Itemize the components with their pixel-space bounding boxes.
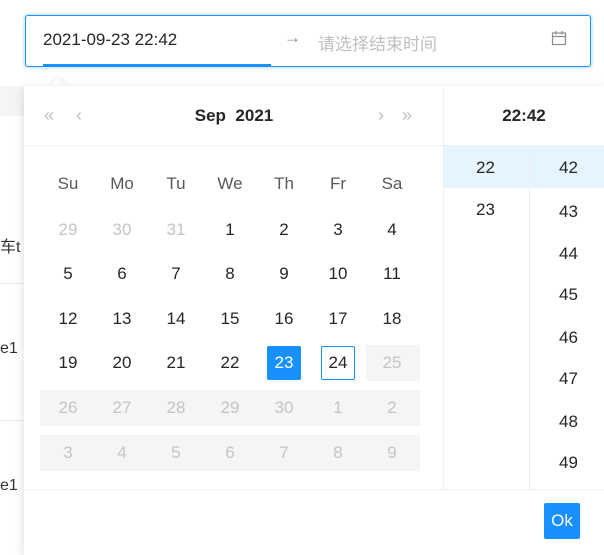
day-cell[interactable]: 9 bbox=[267, 257, 301, 291]
calendar-icon[interactable] bbox=[551, 30, 567, 46]
minute-option[interactable]: 44 bbox=[559, 244, 578, 264]
day-cell: 26 bbox=[58, 398, 78, 417]
end-datetime-field[interactable]: 请选择结束时间 bbox=[318, 30, 437, 55]
datetime-range-input[interactable]: 2021-09-23 22:42 → 请选择结束时间 bbox=[25, 15, 591, 67]
month-label[interactable]: Sep bbox=[195, 106, 226, 125]
start-datetime-field[interactable]: 2021-09-23 22:42 bbox=[43, 30, 177, 50]
day-cell[interactable]: 29 bbox=[51, 213, 85, 247]
year-label[interactable]: 2021 bbox=[235, 106, 273, 125]
minute-option[interactable]: 45 bbox=[559, 285, 578, 305]
weekday-label: Fr bbox=[329, 174, 347, 193]
day-cell[interactable]: 18 bbox=[375, 302, 409, 336]
minute-option[interactable]: 42 bbox=[559, 158, 578, 178]
day-cell[interactable]: 7 bbox=[159, 257, 193, 291]
day-cell: 28 bbox=[166, 398, 186, 417]
day-cell: 29 bbox=[220, 398, 240, 417]
time-column-divider bbox=[529, 145, 530, 489]
day-cell[interactable]: 8 bbox=[213, 257, 247, 291]
time-title: 22:42 bbox=[502, 106, 546, 125]
day-cell: 4 bbox=[117, 443, 127, 462]
day-cell[interactable]: 31 bbox=[159, 213, 193, 247]
minute-option[interactable]: 43 bbox=[559, 202, 578, 222]
day-cell[interactable]: 21 bbox=[159, 346, 193, 380]
day-cell: 2 bbox=[387, 398, 397, 417]
minute-option[interactable]: 46 bbox=[559, 328, 578, 348]
minute-option[interactable]: 47 bbox=[559, 369, 578, 389]
today-day-cell[interactable]: 24 bbox=[321, 346, 355, 380]
background-text: e1 bbox=[0, 340, 18, 357]
day-cell: 1 bbox=[333, 398, 343, 417]
day-cell: 6 bbox=[225, 443, 235, 462]
day-cell[interactable]: 1 bbox=[213, 213, 247, 247]
next-year-button[interactable]: » bbox=[402, 105, 412, 126]
day-cell[interactable]: 19 bbox=[51, 346, 85, 380]
day-cell[interactable]: 11 bbox=[375, 257, 409, 291]
day-cell[interactable]: 5 bbox=[51, 257, 85, 291]
ok-button[interactable]: Ok bbox=[544, 503, 580, 539]
day-cell: 5 bbox=[171, 443, 181, 462]
background-text: e1 bbox=[0, 477, 18, 494]
footer-divider bbox=[24, 489, 604, 490]
day-cell[interactable]: 20 bbox=[105, 346, 139, 380]
day-cell: 25 bbox=[382, 353, 402, 372]
day-cell[interactable]: 22 bbox=[213, 346, 247, 380]
day-cell[interactable]: 2 bbox=[267, 213, 301, 247]
datetime-picker-panel: « ‹ Sep 2021 › » Su Mo Tu We Th Fr Sa 29… bbox=[24, 86, 604, 555]
weekday-label: Tu bbox=[166, 174, 186, 193]
day-cell[interactable]: 3 bbox=[321, 213, 355, 247]
range-arrow-icon: → bbox=[284, 28, 301, 47]
day-cell: 27 bbox=[112, 398, 132, 417]
day-cell[interactable]: 30 bbox=[105, 213, 139, 247]
calendar-header: « ‹ Sep 2021 › » bbox=[24, 86, 444, 146]
active-field-indicator bbox=[43, 64, 271, 66]
day-cell: 3 bbox=[63, 443, 73, 462]
weekday-label: We bbox=[217, 174, 243, 193]
day-cell[interactable]: 4 bbox=[375, 213, 409, 247]
day-cell[interactable]: 14 bbox=[159, 302, 193, 336]
weekday-label: Sa bbox=[381, 174, 403, 193]
weekday-label: Th bbox=[274, 174, 294, 193]
weekday-label: Mo bbox=[110, 174, 134, 193]
day-cell[interactable]: 6 bbox=[105, 257, 139, 291]
next-month-button[interactable]: › bbox=[378, 105, 384, 126]
day-cell[interactable]: 17 bbox=[321, 302, 355, 336]
time-header: 22:42 bbox=[444, 86, 604, 146]
weekday-label: Su bbox=[57, 174, 79, 193]
day-cell: 8 bbox=[333, 443, 343, 462]
minute-option[interactable]: 49 bbox=[559, 453, 578, 473]
day-cell[interactable]: 16 bbox=[267, 302, 301, 336]
day-cell[interactable]: 13 bbox=[105, 302, 139, 336]
day-cell[interactable]: 10 bbox=[321, 257, 355, 291]
hour-option[interactable]: 23 bbox=[476, 200, 495, 220]
selected-day-cell[interactable]: 23 bbox=[267, 346, 301, 380]
day-cell[interactable]: 15 bbox=[213, 302, 247, 336]
day-cell[interactable]: 12 bbox=[51, 302, 85, 336]
day-cell: 7 bbox=[279, 443, 289, 462]
day-cell: 9 bbox=[387, 443, 397, 462]
hour-option[interactable]: 22 bbox=[476, 158, 495, 178]
day-cell: 30 bbox=[274, 398, 294, 417]
minute-option[interactable]: 48 bbox=[559, 412, 578, 432]
background-text: 车t bbox=[0, 239, 21, 256]
